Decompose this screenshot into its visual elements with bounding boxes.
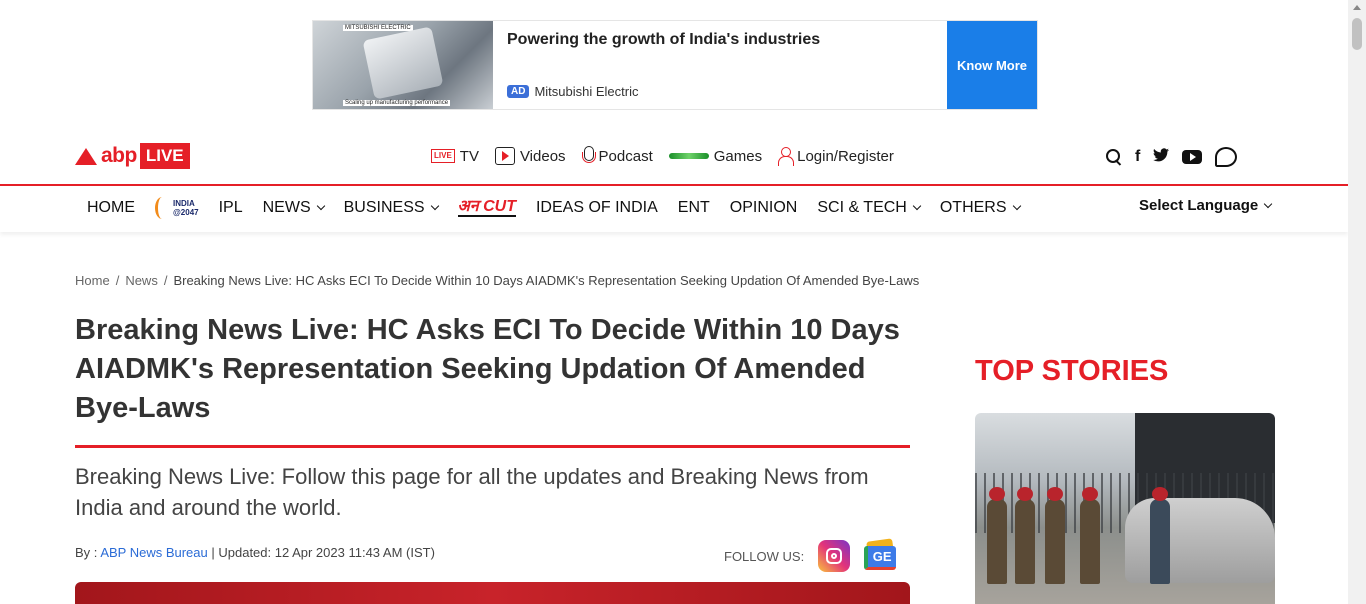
breadcrumb-home[interactable]: Home — [75, 273, 110, 288]
top-story-image[interactable] — [975, 413, 1275, 604]
ad-headline[interactable]: Powering the growth of India's industrie… — [507, 31, 933, 49]
nav-tv-label: TV — [459, 147, 479, 165]
main-nav: HOME INDIA @2047 IPL NEWS BUSINESS अन CU… — [0, 186, 1348, 232]
nav-ent[interactable]: ENT — [678, 199, 710, 217]
nav-login[interactable]: Login/Register — [778, 147, 894, 166]
youtube-icon[interactable] — [1182, 150, 1203, 164]
ad-image-brand: MITSUBISHI ELECTRIC — [343, 25, 413, 31]
breadcrumb-news[interactable]: News — [125, 273, 158, 288]
nav-podcast[interactable]: Podcast — [581, 146, 653, 166]
india-2047-line1: INDIA — [173, 199, 195, 208]
nav-business[interactable]: BUSINESS — [343, 199, 439, 217]
nav-home[interactable]: HOME — [87, 199, 135, 217]
nav-games[interactable]: Games — [668, 147, 763, 165]
google-news-label: GE — [864, 546, 897, 570]
nav-news[interactable]: NEWS — [262, 199, 325, 217]
chevron-down-icon — [316, 201, 325, 211]
ad-robot-graphic — [362, 26, 444, 100]
ad-image-caption: Scaling up manufacturing performance — [343, 100, 451, 106]
live-tv-icon: LIVE — [431, 149, 455, 163]
breadcrumb-separator: / — [163, 273, 168, 288]
chevron-down-icon — [430, 201, 439, 211]
gamepad-icon — [668, 153, 709, 159]
nav-ankcut[interactable]: अन CUT — [457, 199, 516, 217]
microphone-icon — [581, 146, 596, 166]
top-stories-heading: TOP STORIES — [975, 355, 1169, 387]
ad-advertiser: Mitsubishi Electric — [534, 84, 639, 99]
nav-sci-tech[interactable]: SCI & TECH — [817, 199, 922, 217]
nav-login-label: Login/Register — [797, 147, 894, 165]
nav-india-2047[interactable]: INDIA @2047 — [155, 197, 199, 219]
nav-ipl[interactable]: IPL — [219, 199, 243, 217]
article-hero-image — [75, 582, 910, 604]
chevron-down-icon — [912, 201, 922, 211]
nav-videos[interactable]: Videos — [494, 147, 566, 165]
author-link[interactable]: ABP News Bureau — [100, 545, 207, 560]
logo-live-badge: LIVE — [139, 143, 190, 169]
header-actions: f — [1106, 147, 1238, 167]
instagram-icon[interactable] — [818, 540, 851, 572]
logo-abp-text: abp — [101, 144, 137, 167]
nav-tv[interactable]: LIVE TV — [431, 148, 479, 165]
ad-footer: AD Mitsubishi Electric — [507, 84, 638, 99]
ad-know-more-button[interactable]: Know More — [947, 21, 1037, 109]
top-nav: LIVE TV Videos Podcast Games Login/Regis… — [431, 146, 894, 166]
nav-games-label: Games — [713, 147, 763, 165]
title-divider — [75, 445, 910, 448]
updated-time: | Updated: 12 Apr 2023 11:43 AM (IST) — [211, 545, 435, 560]
nav-opinion[interactable]: OPINION — [730, 199, 798, 217]
article-subtitle: Breaking News Live: Follow this page for… — [75, 464, 869, 520]
nav-news-label: NEWS — [262, 199, 311, 216]
nav-podcast-label: Podcast — [598, 147, 653, 165]
byline-label: By : — [75, 545, 98, 560]
user-icon — [778, 147, 795, 166]
scrollbar-thumb[interactable] — [1352, 18, 1362, 50]
india-2047-arc-icon — [155, 197, 169, 219]
nav-sci-tech-label: SCI & TECH — [817, 199, 907, 216]
phone-chat-icon[interactable] — [1215, 147, 1238, 167]
nav-others-label: OTHERS — [939, 199, 1007, 216]
breadcrumb: Home / News / Breaking News Live: HC Ask… — [75, 273, 919, 288]
twitter-icon[interactable] — [1153, 147, 1170, 167]
ad-image[interactable]: MITSUBISHI ELECTRIC Scaling up manufactu… — [313, 21, 493, 109]
nav-videos-label: Videos — [519, 147, 566, 165]
language-select-label: Select Language — [1139, 197, 1259, 214]
follow-us: FOLLOW US: GE — [724, 538, 898, 572]
nav-others[interactable]: OTHERS — [939, 199, 1021, 217]
ad-text[interactable]: Powering the growth of India's industrie… — [493, 21, 947, 109]
nav-ideas-of-india[interactable]: IDEAS OF INDIA — [536, 199, 658, 217]
scroll-up-icon[interactable] — [1353, 5, 1361, 10]
ad-badge: AD — [507, 85, 530, 98]
play-icon — [494, 147, 515, 165]
breadcrumb-separator: / — [115, 273, 120, 288]
article-title: Breaking News Live: HC Asks ECI To Decid… — [75, 314, 900, 424]
facebook-icon[interactable]: f — [1135, 148, 1140, 166]
nav-business-label: BUSINESS — [343, 199, 425, 216]
google-news-icon[interactable]: GE — [864, 538, 898, 572]
breadcrumb-current: Breaking News Live: HC Asks ECI To Decid… — [173, 273, 920, 288]
page-scrollbar[interactable] — [1348, 0, 1366, 604]
india-2047-line2: @2047 — [173, 208, 199, 217]
chevron-down-icon — [1263, 199, 1273, 208]
site-logo[interactable]: abp LIVE — [75, 143, 190, 169]
ad-banner[interactable]: MITSUBISHI ELECTRIC Scaling up manufactu… — [312, 20, 1038, 110]
article-byline: By : ABP News Bureau | Updated: 12 Apr 2… — [75, 545, 435, 560]
language-select[interactable]: Select Language — [1139, 197, 1273, 214]
follow-us-label: FOLLOW US: — [724, 548, 805, 564]
search-icon[interactable] — [1106, 149, 1122, 165]
logo-triangle-icon — [75, 147, 97, 165]
chevron-down-icon — [1012, 201, 1021, 211]
